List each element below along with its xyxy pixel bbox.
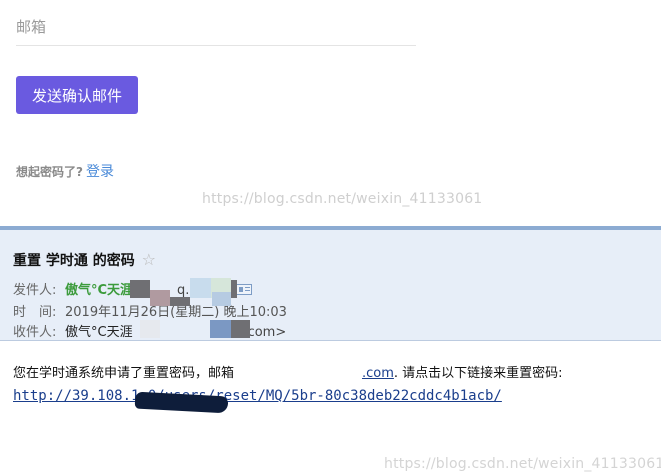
redaction-block	[190, 278, 211, 298]
redaction-block	[140, 320, 160, 338]
redaction-block	[212, 292, 231, 306]
sent-time: 2019年11月26日(星期二) 晚上10:03	[65, 305, 287, 320]
email-subject: 重置 学时通 的密码 ☆	[13, 250, 156, 270]
sender-name[interactable]: 傲气°C天涯	[65, 283, 133, 298]
email-subject-text: 重置 学时通 的密码	[13, 253, 135, 269]
star-icon[interactable]: ☆	[142, 250, 156, 269]
recipient-name[interactable]: 傲气°C天涯	[65, 325, 133, 340]
forgot-password-row: 想起密码了? 登录	[16, 161, 114, 181]
contact-card-icon[interactable]	[236, 284, 253, 295]
redaction-block	[170, 297, 190, 306]
redaction-block	[231, 320, 250, 338]
watermark-bottom: https://blog.csdn.net/weixin_41133061	[384, 456, 661, 472]
link-redaction-scribble	[134, 391, 229, 414]
login-link[interactable]: 登录	[86, 164, 114, 180]
forgot-password-prompt: 想起密码了?	[16, 165, 83, 179]
redaction-block	[130, 280, 150, 298]
email-domain-link[interactable]: .com	[362, 366, 394, 381]
recipient-label: 收件人:	[13, 325, 57, 340]
reset-password-link[interactable]: http://39.108.1 0/users/reset/MQ/5br-80c…	[13, 388, 502, 404]
sender-label: 发件人:	[13, 283, 57, 298]
body-intro: 您在学时通系统申请了重置密码，邮箱	[13, 366, 235, 381]
time-label: 时 间:	[13, 305, 57, 320]
body-instruction: . 请点击以下链接来重置密码:	[393, 366, 563, 381]
redaction-block	[210, 320, 231, 338]
redaction-block	[231, 280, 237, 298]
email-body-text: 您在学时通系统申请了重置密码，邮箱 .com. 请点击以下链接来重置密码:	[13, 362, 563, 381]
email-header: 重置 学时通 的密码 ☆ 发件人:傲气°C天涯q.com> 时 间:2019年1…	[0, 226, 661, 341]
recipient-address: com>	[247, 325, 287, 340]
redaction-block	[150, 290, 170, 306]
send-confirmation-email-button[interactable]: 发送确认邮件	[16, 76, 138, 114]
email-field[interactable]	[16, 8, 416, 46]
email-body: 您在学时通系统申请了重置密码，邮箱 .com. 请点击以下链接来重置密码: htt…	[0, 346, 661, 473]
watermark-top: https://blog.csdn.net/weixin_41133061	[202, 191, 483, 207]
